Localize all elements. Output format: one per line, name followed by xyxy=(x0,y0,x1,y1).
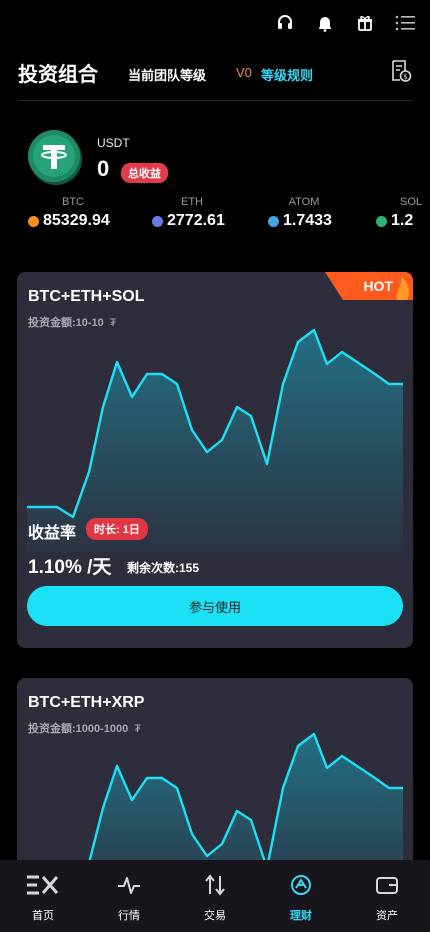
nav-item-market[interactable]: 行情 xyxy=(86,860,172,932)
home-logo-icon xyxy=(25,874,61,901)
gift-icon[interactable] xyxy=(354,12,376,34)
card-title: BTC+ETH+SOL xyxy=(28,288,145,305)
nav-item-home[interactable]: 首页 xyxy=(0,860,86,932)
duration-badge: 时长: 1日 xyxy=(86,518,148,540)
price-item-eth[interactable]: ETH 2772.61 xyxy=(152,196,232,230)
svg-text:$: $ xyxy=(403,73,407,81)
hot-label: HOT xyxy=(363,278,393,294)
price-symbol: BTC xyxy=(62,196,84,208)
price-value: 85329.94 xyxy=(43,212,110,229)
price-item-atom[interactable]: ATOM 1.7433 xyxy=(268,196,340,230)
sol-icon xyxy=(376,215,387,227)
records-icon[interactable]: $ xyxy=(390,59,412,88)
total-earnings-badge: 总收益 xyxy=(121,163,168,183)
bottom-nav: 首页 行情 交易 理财 资产 xyxy=(0,860,430,932)
page-title: 投资组合 xyxy=(18,64,98,86)
total-earnings-value: 0 xyxy=(97,156,110,181)
atom-icon xyxy=(268,215,279,227)
portfolio-card[interactable]: BTC+ETH+XRP 投资金额:1000-1000 ₮ xyxy=(17,678,413,878)
price-value: 1.2 xyxy=(391,212,414,229)
top-toolbar xyxy=(274,12,416,34)
price-item-btc[interactable]: BTC 85329.94 xyxy=(28,196,118,230)
hot-badge: HOT xyxy=(325,272,413,300)
portfolio-card[interactable]: HOT BTC+ETH+SOL 投资金额:10-10 ₮ 收益率 时长: 1日 1… xyxy=(17,272,413,648)
investment-amount-text: 投资金额:10-10 xyxy=(28,317,104,329)
join-button[interactable]: 参与使用 xyxy=(27,586,403,626)
currency-label: USDT xyxy=(97,136,130,150)
price-item-sol[interactable]: SOL 1.2 xyxy=(376,196,430,230)
nav-item-trade[interactable]: 交易 xyxy=(172,860,258,932)
btc-icon xyxy=(28,215,39,227)
pulse-icon xyxy=(117,874,141,901)
investment-amount-text: 投资金额:1000-1000 xyxy=(28,723,129,735)
wallet-icon xyxy=(375,874,399,901)
price-value: 2772.61 xyxy=(167,212,225,229)
yield-label: 收益率 xyxy=(28,525,77,542)
trend-chart xyxy=(87,732,403,878)
price-symbol: SOL xyxy=(400,196,423,208)
tether-coin-icon xyxy=(26,128,84,186)
investment-amount: 投资金额:10-10 ₮ xyxy=(28,314,117,330)
daily-rate: 1.10% /天 xyxy=(28,557,112,578)
eth-icon xyxy=(152,215,163,227)
price-symbol: ATOM xyxy=(288,196,320,208)
tether-icon: ₮ xyxy=(134,723,142,735)
nav-label: 交易 xyxy=(204,910,226,922)
trend-chart xyxy=(27,328,403,552)
nav-item-assets[interactable]: 资产 xyxy=(344,860,430,932)
nav-label: 理财 xyxy=(290,910,312,922)
team-level-value: V0 xyxy=(236,65,252,80)
remaining-count: 剩余次数:155 xyxy=(127,561,200,575)
tether-icon: ₮ xyxy=(109,317,117,329)
swap-arrows-icon xyxy=(203,874,227,901)
level-rules-link[interactable]: 等级规则 xyxy=(261,65,313,84)
bell-icon[interactable] xyxy=(314,12,336,34)
investment-amount: 投资金额:1000-1000 ₮ xyxy=(28,720,141,736)
price-symbol: ETH xyxy=(181,196,203,208)
nav-item-finance[interactable]: 理财 xyxy=(258,860,344,932)
team-level-label: 当前团队等级 xyxy=(128,68,207,83)
card-title: BTC+ETH+XRP xyxy=(28,694,145,711)
price-value: 1.7433 xyxy=(283,212,332,229)
menu-icon[interactable] xyxy=(394,12,416,34)
price-ticker: BTC 85329.94 ETH 2772.61 ATOM 1.7433 SOL… xyxy=(0,196,430,236)
nav-label: 首页 xyxy=(32,910,54,922)
nav-label: 行情 xyxy=(118,910,140,922)
finance-icon xyxy=(289,874,313,901)
nav-label: 资产 xyxy=(376,910,398,922)
page-header: 投资组合 当前团队等级 V0 等级规则 $ xyxy=(18,56,412,101)
headset-icon[interactable] xyxy=(274,12,296,34)
